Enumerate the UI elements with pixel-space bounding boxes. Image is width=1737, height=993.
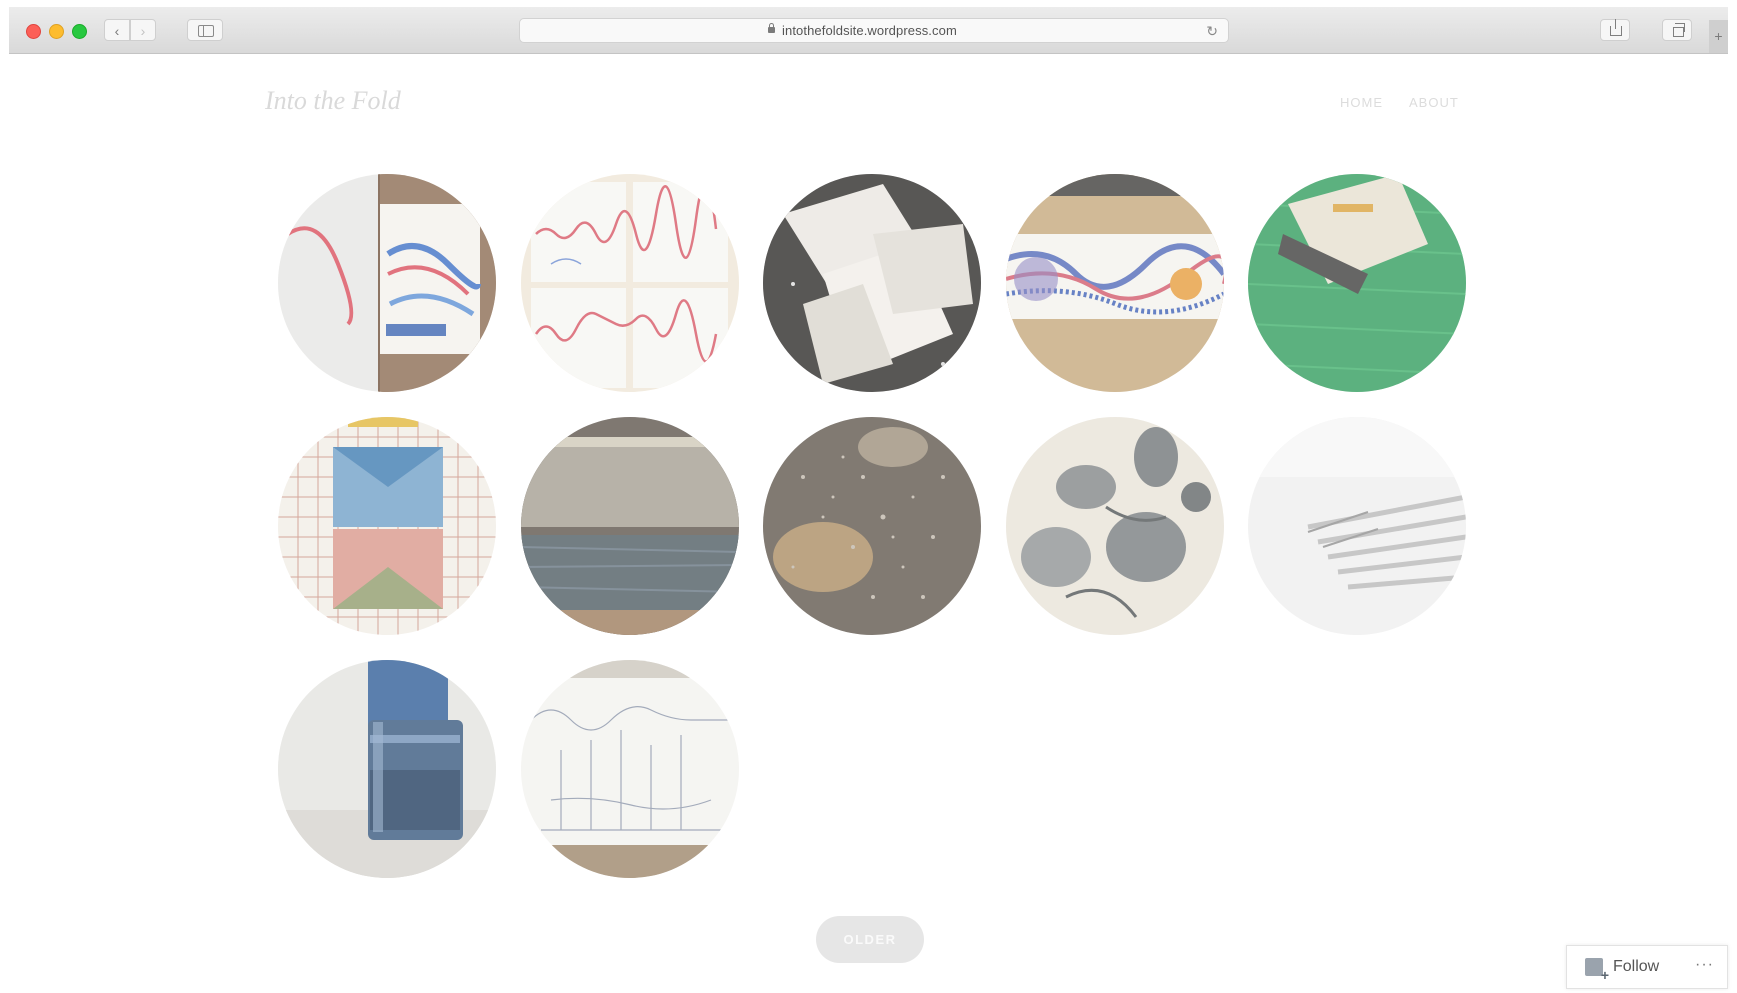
tabs-icon	[1673, 23, 1685, 37]
gallery-tile[interactable]	[521, 417, 739, 635]
url-text: intothefoldsite.wordpress.com	[782, 23, 957, 38]
new-tab-button[interactable]: +	[1709, 20, 1728, 53]
gallery-tile[interactable]	[521, 174, 739, 392]
back-icon: ‹	[114, 23, 120, 39]
gallery-tile[interactable]	[1006, 174, 1224, 392]
gallery-tile[interactable]	[278, 660, 496, 878]
lock-icon	[768, 23, 775, 33]
reload-icon[interactable]: ↻	[1206, 23, 1218, 40]
show-tabs-button[interactable]	[1662, 19, 1692, 41]
follow-button[interactable]: Follow	[1613, 958, 1659, 976]
gallery-tile[interactable]	[278, 174, 496, 392]
share-icon	[1610, 19, 1622, 36]
address-bar[interactable]: intothefoldsite.wordpress.com ↻	[519, 18, 1229, 43]
gallery-tile[interactable]	[1248, 417, 1466, 635]
gallery-tile[interactable]	[763, 174, 981, 392]
gallery-tile[interactable]	[1006, 417, 1224, 635]
sidebar-toggle-button[interactable]	[187, 19, 223, 41]
site-title[interactable]: Into the Fold	[265, 86, 401, 116]
back-button[interactable]: ‹	[104, 19, 130, 41]
zoom-button[interactable]	[72, 24, 87, 39]
sidebar-icon	[198, 25, 214, 37]
gallery-tile[interactable]	[521, 660, 739, 878]
gallery-tile[interactable]	[1248, 174, 1466, 392]
menu-item-about[interactable]: ABOUT	[1409, 93, 1459, 112]
gallery-tile[interactable]	[763, 417, 981, 635]
follow-widget: Follow ···	[1566, 945, 1728, 989]
menu-item-home[interactable]: HOME	[1340, 93, 1383, 112]
minimize-button[interactable]	[49, 24, 64, 39]
close-button[interactable]	[26, 24, 41, 39]
browser-toolbar: ‹ › intothefoldsite.wordpress.com ↻ +	[9, 7, 1728, 54]
forward-icon: ›	[140, 23, 146, 39]
gallery-tile[interactable]	[278, 417, 496, 635]
older-posts-button[interactable]: OLDER	[816, 916, 924, 963]
post-gallery	[278, 174, 1468, 880]
more-icon[interactable]: ···	[1695, 956, 1714, 974]
main-menu: HOME ABOUT	[1340, 93, 1459, 112]
follow-icon	[1585, 958, 1609, 983]
forward-button[interactable]: ›	[130, 19, 156, 41]
share-button[interactable]	[1600, 19, 1630, 41]
